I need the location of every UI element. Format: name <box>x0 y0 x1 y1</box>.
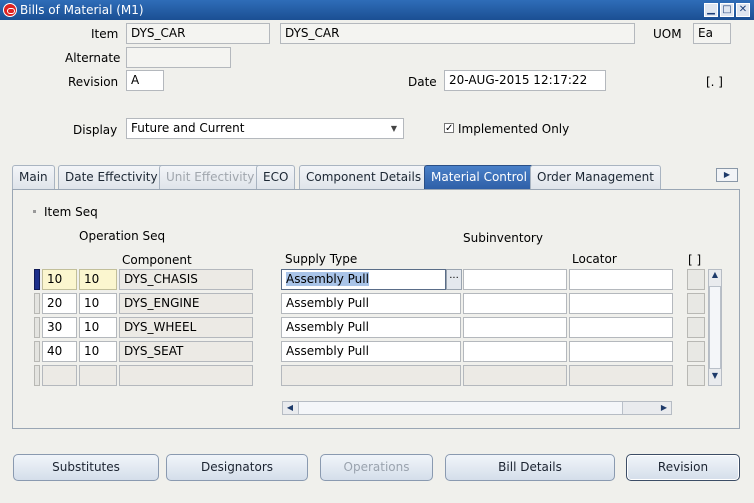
op-seq-cell[interactable]: 10 <box>79 317 117 338</box>
subinventory-cell[interactable] <box>463 293 567 314</box>
window-title: Bills of Material (M1) <box>20 3 144 17</box>
op-seq-cell[interactable]: 10 <box>79 341 117 362</box>
locator-cell[interactable] <box>569 269 673 290</box>
subinventory-cell[interactable] <box>463 317 567 338</box>
tab-eco[interactable]: ECO <box>256 165 296 189</box>
horizontal-scroll-thumb[interactable] <box>298 402 623 414</box>
bill-details-button[interactable]: Bill Details <box>445 454 615 481</box>
scroll-right-icon[interactable]: ▶ <box>657 402 671 414</box>
display-select-value: Future and Current <box>131 121 245 135</box>
tab-material-control[interactable]: Material Control <box>424 165 534 190</box>
component-cell[interactable]: DYS_ENGINE <box>119 293 253 314</box>
tab-scroll-right-icon[interactable]: ▶ <box>716 168 738 182</box>
operation-seq-header: Operation Seq <box>79 229 166 243</box>
supply-type-cell-active[interactable]: Assembly Pull <box>281 269 446 290</box>
op-seq-cell[interactable]: 10 <box>79 269 117 290</box>
item-seq-header: Item Seq <box>44 205 98 219</box>
uom-field[interactable]: Ea <box>693 23 731 44</box>
date-label: Date <box>408 75 437 89</box>
scroll-up-icon[interactable]: ▲ <box>709 270 721 284</box>
item-seq-cell[interactable] <box>42 365 77 386</box>
display-label: Display <box>73 123 118 137</box>
item-field[interactable]: DYS_CAR <box>126 23 270 44</box>
revision-field[interactable]: A <box>126 70 164 91</box>
date-field[interactable]: 20-AUG-2015 12:17:22 <box>444 70 606 91</box>
locator-cell[interactable] <box>569 365 673 386</box>
locator-header: Locator <box>572 252 617 266</box>
item-seq-cell[interactable]: 30 <box>42 317 77 338</box>
row-flexfield-cell[interactable] <box>687 269 705 290</box>
operations-button: Operations <box>320 454 433 481</box>
supply-type-cell[interactable]: Assembly Pull <box>281 341 461 362</box>
revision-label: Revision <box>68 75 119 89</box>
row-selector[interactable] <box>34 365 40 386</box>
row-flexfield-cell[interactable] <box>687 341 705 362</box>
horizontal-scrollbar[interactable]: ◀ ▶ <box>282 401 672 415</box>
supply-type-header: Supply Type <box>285 252 358 266</box>
op-seq-cell[interactable]: 10 <box>79 293 117 314</box>
oracle-app-icon <box>3 3 17 17</box>
item-seq-cell[interactable]: 20 <box>42 293 77 314</box>
minimize-button[interactable]: ▁ <box>704 3 718 17</box>
display-select[interactable]: Future and Current ▼ <box>126 118 404 139</box>
subinventory-cell[interactable] <box>463 269 567 290</box>
row-flexfield-cell[interactable] <box>687 317 705 338</box>
close-button[interactable]: ✕ <box>736 3 750 17</box>
row-flexfield-cell[interactable] <box>687 365 705 386</box>
uom-label: UOM <box>653 27 682 41</box>
component-header: Component <box>122 253 192 267</box>
row-selector[interactable] <box>34 341 40 362</box>
tab-unit-effectivity: Unit Effectivity <box>159 165 262 189</box>
subinventory-cell[interactable] <box>463 365 567 386</box>
row-selector-current[interactable] <box>34 269 40 290</box>
designators-button[interactable]: Designators <box>166 454 308 481</box>
locator-cell[interactable] <box>569 341 673 362</box>
supply-type-cell[interactable]: Assembly Pull <box>281 317 461 338</box>
subinventory-header: Subinventory <box>463 231 543 245</box>
implemented-only-label: Implemented Only <box>458 122 570 136</box>
component-cell[interactable] <box>119 365 253 386</box>
subinventory-cell[interactable] <box>463 341 567 362</box>
tab-date-effectivity[interactable]: Date Effectivity <box>58 165 165 189</box>
row-selector[interactable] <box>34 293 40 314</box>
substitutes-button[interactable]: Substitutes <box>13 454 159 481</box>
component-cell[interactable]: DYS_WHEEL <box>119 317 253 338</box>
component-cell[interactable]: DYS_SEAT <box>119 341 253 362</box>
row-selector[interactable] <box>34 317 40 338</box>
vertical-scroll-thumb[interactable] <box>709 286 721 369</box>
locator-cell[interactable] <box>569 293 673 314</box>
row-flexfield-cell[interactable] <box>687 293 705 314</box>
row-flexfield-header: [ ] <box>688 253 702 267</box>
locator-cell[interactable] <box>569 317 673 338</box>
item-label: Item <box>91 27 119 41</box>
item-seq-cell[interactable]: 10 <box>42 269 77 290</box>
item-seq-cell[interactable]: 40 <box>42 341 77 362</box>
bullet-icon <box>33 210 36 213</box>
scroll-left-icon[interactable]: ◀ <box>283 402 297 414</box>
alternate-field[interactable] <box>126 47 231 68</box>
op-seq-cell[interactable] <box>79 365 117 386</box>
maximize-button[interactable]: □ <box>720 3 734 17</box>
tab-main[interactable]: Main <box>12 165 55 189</box>
alternate-label: Alternate <box>65 51 121 65</box>
supply-type-cell[interactable]: Assembly Pull <box>281 293 461 314</box>
item-description-field[interactable]: DYS_CAR <box>280 23 635 44</box>
vertical-scrollbar[interactable]: ▲ ▼ <box>708 269 722 386</box>
revision-button[interactable]: Revision <box>626 454 740 481</box>
header-flexfield[interactable]: [. ] <box>706 75 723 89</box>
scroll-down-icon[interactable]: ▼ <box>709 371 721 385</box>
implemented-only-checkbox[interactable]: ✓ <box>444 123 454 134</box>
list-of-values-icon[interactable]: ··· <box>446 269 462 290</box>
component-cell[interactable]: DYS_CHASIS <box>119 269 253 290</box>
supply-type-selected-text: Assembly Pull <box>286 272 369 286</box>
tab-order-management[interactable]: Order Management <box>530 165 661 189</box>
chevron-down-icon[interactable]: ▼ <box>387 122 401 135</box>
title-bar: Bills of Material (M1) ▁ □ ✕ <box>0 0 754 20</box>
tab-component-details[interactable]: Component Details <box>299 165 429 189</box>
supply-type-cell[interactable] <box>281 365 461 386</box>
